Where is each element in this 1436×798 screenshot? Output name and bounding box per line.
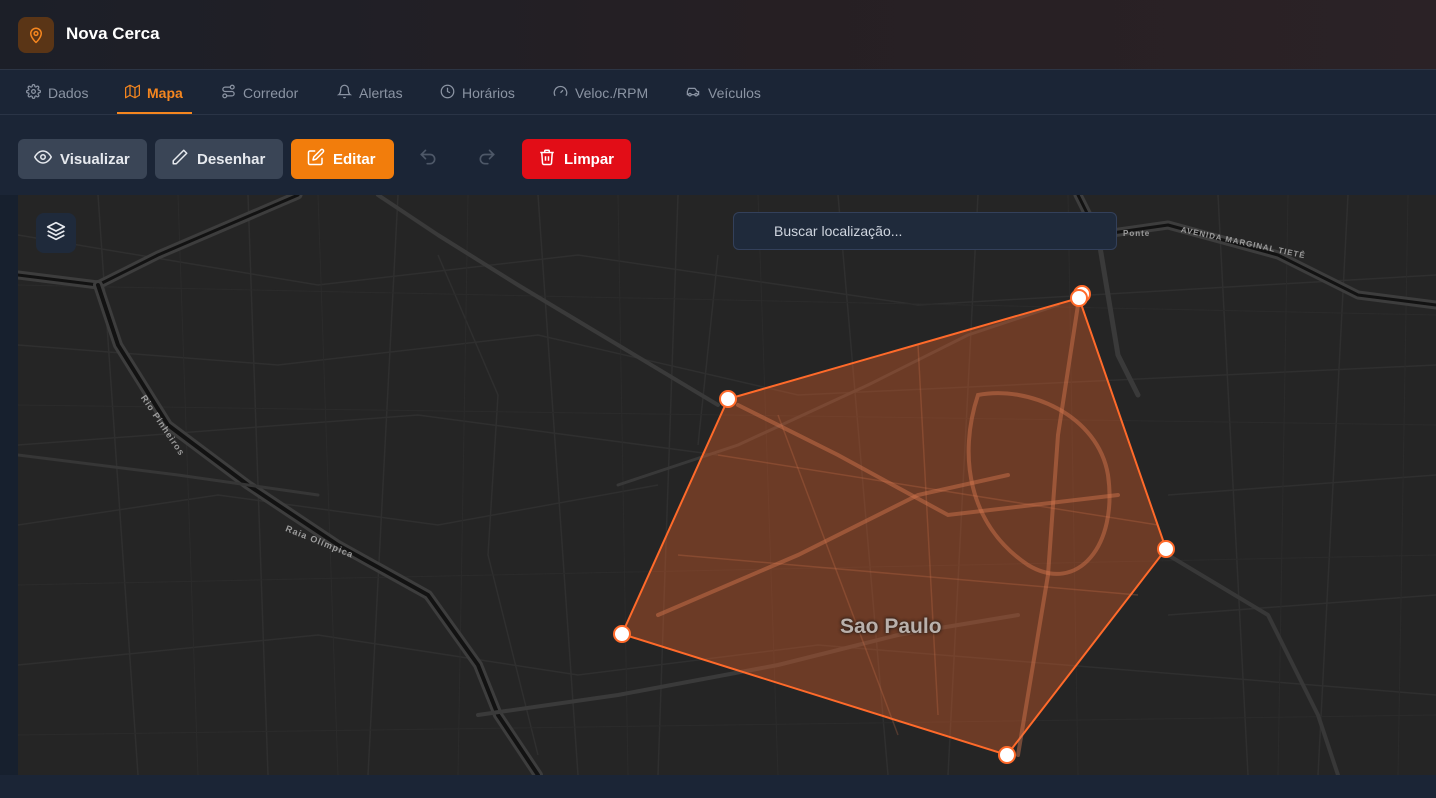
draw-button[interactable]: Desenhar <box>155 139 283 179</box>
clear-button[interactable]: Limpar <box>522 139 631 179</box>
gauge-icon <box>553 84 568 102</box>
tab-label: Veloc./RPM <box>575 84 649 101</box>
pencil-icon <box>171 148 189 170</box>
edit-button-label: Editar <box>333 150 376 168</box>
draw-button-label: Desenhar <box>197 150 266 168</box>
car-icon <box>685 84 701 102</box>
map-icon <box>125 84 140 102</box>
active-tab-indicator <box>117 112 192 114</box>
view-button-label: Visualizar <box>60 150 130 168</box>
tab-label: Dados <box>48 84 89 101</box>
map-pin-icon <box>18 17 54 53</box>
drawing-toolbar: Visualizar Desenhar Editar Limpar <box>0 115 1436 195</box>
view-button[interactable]: Visualizar <box>18 139 147 179</box>
tab-mapa[interactable]: Mapa <box>125 70 183 115</box>
layers-icon <box>46 221 66 246</box>
city-label: Sao Paulo <box>840 615 942 638</box>
tab-veiculos[interactable]: Veículos <box>685 70 761 115</box>
bell-icon <box>336 84 353 102</box>
map-tiles <box>18 195 1436 775</box>
title-bar: Nova Cerca <box>0 0 1436 70</box>
tab-label: Mapa <box>147 84 183 101</box>
undo-button[interactable] <box>408 139 448 179</box>
road-label-ponte: Ponte <box>1123 229 1151 238</box>
tab-label: Veículos <box>708 84 761 101</box>
redo-icon <box>477 147 497 172</box>
tab-veloc-rpm[interactable]: Veloc./RPM <box>553 70 648 115</box>
undo-icon <box>418 147 438 172</box>
tab-horarios[interactable]: Horários <box>440 70 515 115</box>
route-icon <box>221 84 236 102</box>
map-canvas[interactable]: Rio Pinheiros Raia Olímpica AVENIDA MARG… <box>18 195 1436 775</box>
layers-button[interactable] <box>36 213 76 253</box>
edit-button[interactable]: Editar <box>291 139 394 179</box>
trash-icon <box>538 148 556 170</box>
location-search-input[interactable] <box>733 212 1117 250</box>
tab-label: Alertas <box>359 84 403 101</box>
geofence-polygon[interactable] <box>620 296 1168 757</box>
eye-icon <box>33 148 53 170</box>
bottom-bar <box>0 775 1436 798</box>
tab-alertas[interactable]: Alertas <box>336 70 403 115</box>
tab-dados[interactable]: Dados <box>26 70 88 115</box>
tab-label: Corredor <box>243 84 299 101</box>
tab-bar: Dados Mapa Corredor Alertas Horários Vel… <box>0 70 1436 115</box>
gear-icon <box>26 83 41 102</box>
tab-corredor[interactable]: Corredor <box>221 70 298 115</box>
redo-button[interactable] <box>467 139 507 179</box>
clear-button-label: Limpar <box>564 150 615 168</box>
edit-icon <box>307 148 325 170</box>
tab-label: Horários <box>462 84 515 101</box>
clock-icon <box>440 84 455 102</box>
page-title: Nova Cerca <box>66 24 160 43</box>
